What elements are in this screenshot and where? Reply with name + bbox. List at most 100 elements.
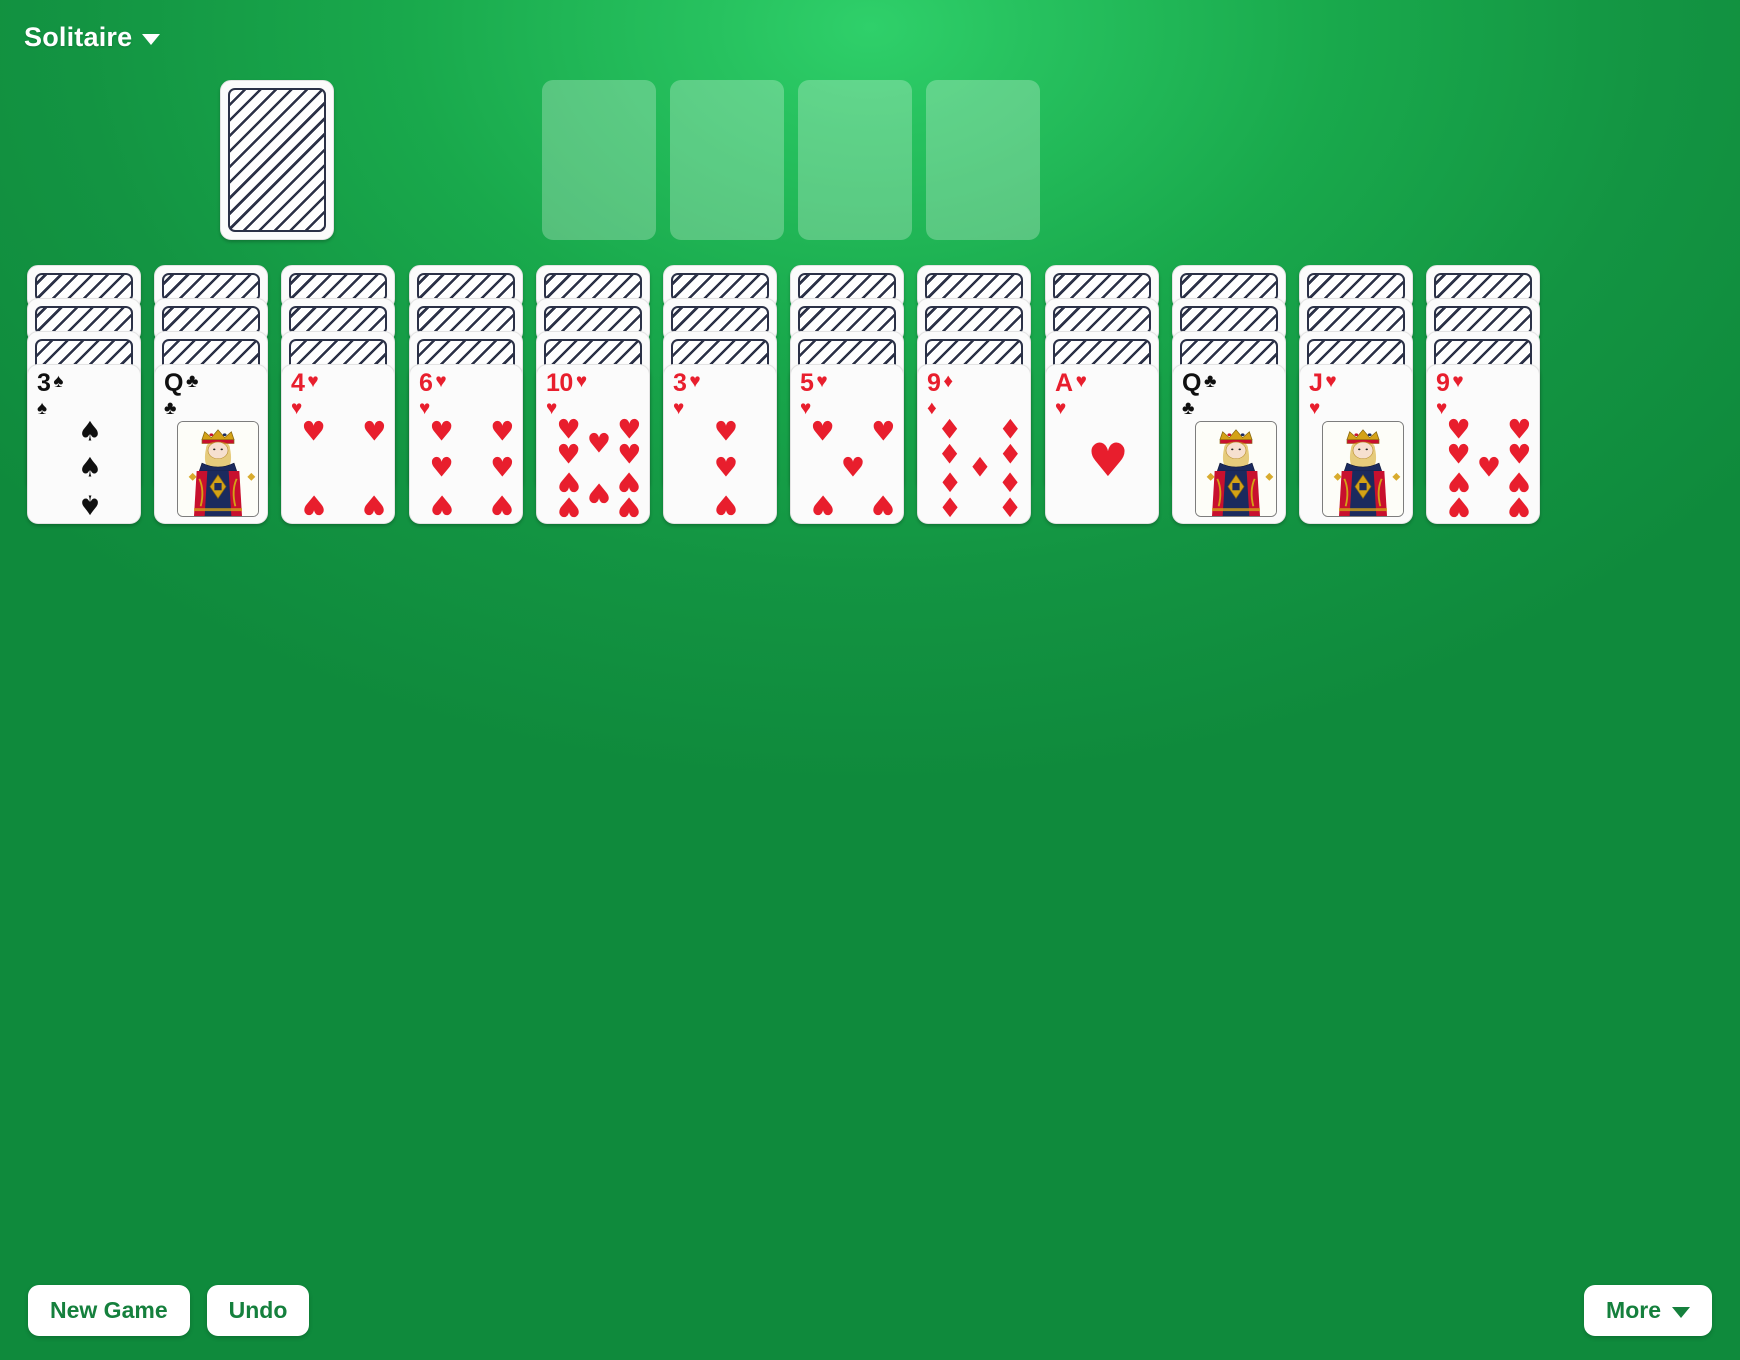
card-corner-index: 3 ♥ ♥ — [673, 369, 701, 419]
undo-button[interactable]: Undo — [206, 1285, 310, 1336]
foundation-slot-clubs[interactable] — [926, 80, 1040, 240]
chevron-down-icon[interactable] — [1672, 1307, 1690, 1318]
card-corner-index: J ♥ ♥ — [1309, 369, 1337, 419]
card-rank: 5 — [800, 369, 814, 397]
tableau-card-faceup-col12[interactable]: 9 ♥ ♥ ♥ ♥ ♥ ♥ ♥ ♥ ♥ ♥ ♥ — [1426, 364, 1540, 524]
app-menu-bar[interactable]: Solitaire — [24, 22, 161, 53]
card-pip-hearts: ♥ — [586, 428, 612, 460]
card-pip-layout: ♥ ♥ ♥ ♥ ♥ ♥ ♥ ♥ ♥ ♥ — [556, 417, 642, 521]
card-suit-icon-clubs: ♣ — [185, 371, 199, 392]
card-pip-hearts: ♥ — [713, 452, 739, 484]
tableau-card-faceup-col2[interactable]: Q ♣ ♣ — [154, 364, 268, 524]
card-pip-spades: ♠ — [77, 488, 103, 520]
card-pip-hearts: ♥ — [1507, 490, 1532, 522]
card-suit-icon-hearts: ♥ — [1325, 371, 1337, 392]
card-rank: 3 — [37, 369, 51, 397]
card-pip-hearts: ♥ — [840, 452, 866, 484]
card-pip-hearts: ♥ — [713, 416, 739, 448]
card-corner-index: Q ♣ ♣ — [164, 369, 199, 419]
card-corner-index: 6 ♥ ♥ — [419, 369, 447, 419]
card-back-pattern — [228, 88, 326, 232]
card-pip-diamonds: ♦ — [967, 452, 993, 484]
tableau-card-faceup-col3[interactable]: 4 ♥ ♥ ♥ ♥ ♥ ♥ — [281, 364, 395, 524]
card-rank: Q — [1182, 369, 1201, 397]
more-button[interactable]: More — [1584, 1285, 1712, 1336]
card-pip-hearts: ♥ — [362, 488, 387, 520]
card-pip-hearts: ♥ — [490, 416, 515, 448]
card-pip-hearts: ♥ — [871, 416, 896, 448]
card-corner-index: 9 ♥ ♥ — [1436, 371, 1464, 419]
tableau-card-faceup-col10[interactable]: Q ♣ ♣ — [1172, 364, 1286, 524]
tableau-card-faceup-col9[interactable]: A ♥ ♥ ♥ — [1045, 364, 1159, 524]
card-rank: 4 — [291, 369, 305, 397]
card-corner-index: 4 ♥ ♥ — [291, 369, 319, 419]
card-suit-icon-hearts: ♥ — [1309, 398, 1321, 419]
card-pip-hearts: ♥ — [617, 490, 642, 522]
tableau-card-faceup-col6[interactable]: 3 ♥ ♥ ♥ ♥ ♥ — [663, 364, 777, 524]
chevron-down-icon[interactable] — [142, 34, 161, 45]
card-pip-diamonds: ♦ — [998, 490, 1023, 522]
card-suit-icon-clubs: ♣ — [164, 398, 177, 419]
card-pip-diamonds: ♦ — [998, 439, 1023, 471]
card-pip-hearts: ♥ — [1476, 452, 1502, 484]
card-rank: J — [1309, 369, 1323, 397]
court-card-art — [178, 422, 258, 516]
court-card-portrait — [1322, 421, 1404, 517]
foundation-slot-spades[interactable] — [542, 80, 656, 240]
card-pip-layout: ♥ ♥ ♥ ♥ ♥ — [810, 416, 896, 520]
card-pip-hearts: ♥ — [713, 488, 739, 520]
card-suit-icon-hearts: ♥ — [673, 398, 685, 419]
card-pip-hearts: ♥ — [810, 488, 835, 520]
card-pip-hearts: ♥ — [490, 452, 515, 484]
card-suit-icon-hearts: ♥ — [419, 398, 431, 419]
card-pip-hearts: ♥ — [586, 476, 612, 508]
card-corner-index: Q ♣ ♣ — [1182, 369, 1216, 419]
card-corner-index: 10 ♥ ♥ — [546, 371, 588, 419]
card-suit-icon-spades: ♠ — [37, 398, 48, 419]
card-rank: 9 — [927, 369, 941, 397]
card-suit-icon-hearts: ♥ — [1075, 371, 1087, 392]
card-pip-hearts: ♥ — [556, 490, 581, 522]
card-suit-icon-hearts: ♥ — [689, 371, 701, 392]
stock-pile-card[interactable] — [220, 80, 334, 240]
undo-label: Undo — [228, 1297, 288, 1323]
card-pip-hearts: ♥ — [556, 439, 581, 471]
card-rank: 3 — [673, 369, 687, 397]
card-pip-layout: ♦ ♦ ♦ ♦ ♦ ♦ ♦ ♦ ♦ — [937, 417, 1023, 521]
card-pip-diamonds: ♦ — [937, 490, 962, 522]
tableau-card-faceup-col4[interactable]: 6 ♥ ♥ ♥ ♥ ♥ ♥ ♥ ♥ — [409, 364, 523, 524]
card-pip-diamonds: ♦ — [937, 439, 962, 471]
court-card-art — [1323, 422, 1403, 516]
card-corner-index: 5 ♥ ♥ — [800, 369, 828, 419]
card-suit-icon-hearts: ♥ — [435, 371, 447, 392]
card-pip-layout: ♥ ♥ ♥ — [685, 416, 767, 520]
card-suit-icon-hearts: ♥ — [575, 371, 588, 392]
court-card-portrait — [1195, 421, 1277, 517]
more-label: More — [1606, 1297, 1661, 1323]
card-suit-icon-hearts: ♥ — [307, 371, 319, 392]
card-pip-hearts: ♥ — [617, 439, 642, 471]
card-rank: Q — [164, 369, 183, 397]
new-game-button[interactable]: New Game — [28, 1285, 190, 1336]
court-card-art — [1196, 422, 1276, 516]
card-suit-icon-spades: ♠ — [53, 371, 64, 392]
tableau-card-faceup-col8[interactable]: 9 ♦ ♦ ♦ ♦ ♦ ♦ ♦ ♦ ♦ ♦ ♦ — [917, 364, 1031, 524]
foundation-slot-hearts[interactable] — [670, 80, 784, 240]
card-suit-icon-diamonds: ♦ — [943, 371, 954, 392]
card-pip-hearts: ♥ — [362, 416, 387, 448]
card-pip-hearts: ♥ — [490, 488, 515, 520]
card-pip-layout: ♥ — [1067, 421, 1149, 515]
tableau-card-faceup-col7[interactable]: 5 ♥ ♥ ♥ ♥ ♥ ♥ ♥ — [790, 364, 904, 524]
page-title: Solitaire — [24, 22, 133, 52]
card-pip-hearts: ♥ — [1446, 490, 1471, 522]
tableau-card-faceup-col1[interactable]: 3 ♠ ♠ ♠ ♠ ♠ — [27, 364, 141, 524]
card-pip-layout: ♥ ♥ ♥ ♥ ♥ ♥ — [430, 416, 515, 520]
card-pip-hearts: ♥ — [871, 488, 896, 520]
tableau-card-faceup-col5[interactable]: 10 ♥ ♥ ♥ ♥ ♥ ♥ ♥ ♥ ♥ ♥ ♥ ♥ — [536, 364, 650, 524]
card-pip-spades: ♠ — [77, 452, 103, 484]
card-corner-index: 3 ♠ ♠ — [37, 369, 64, 419]
foundation-slot-diamonds[interactable] — [798, 80, 912, 240]
card-rank: 6 — [419, 369, 433, 397]
card-rank: A — [1055, 369, 1073, 397]
tableau-card-faceup-col11[interactable]: J ♥ ♥ — [1299, 364, 1413, 524]
